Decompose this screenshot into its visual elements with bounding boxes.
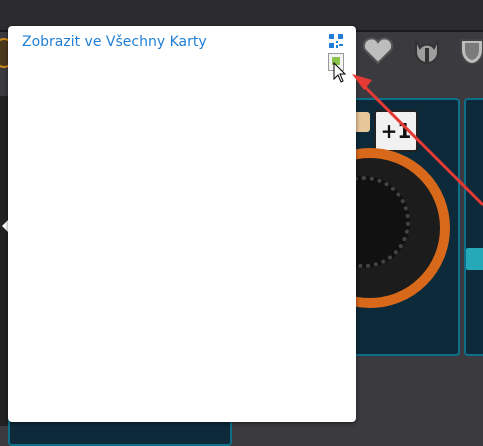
heart-icon[interactable]: [361, 36, 395, 66]
mouse-cursor-icon: [333, 62, 347, 83]
qr-code-icon[interactable]: [329, 34, 343, 48]
shield-icon[interactable]: [455, 36, 483, 66]
card-preview-popup: Zobrazit ve Všechny Karty: [8, 26, 356, 422]
card-banner: [466, 248, 483, 270]
view-in-all-cards-link[interactable]: Zobrazit ve Všechny Karty: [22, 34, 207, 50]
game-card-partial[interactable]: [464, 98, 483, 356]
helmet-icon[interactable]: [410, 36, 444, 66]
card-cost-badge: +1: [374, 110, 418, 152]
left-panel-edge: [0, 96, 8, 426]
